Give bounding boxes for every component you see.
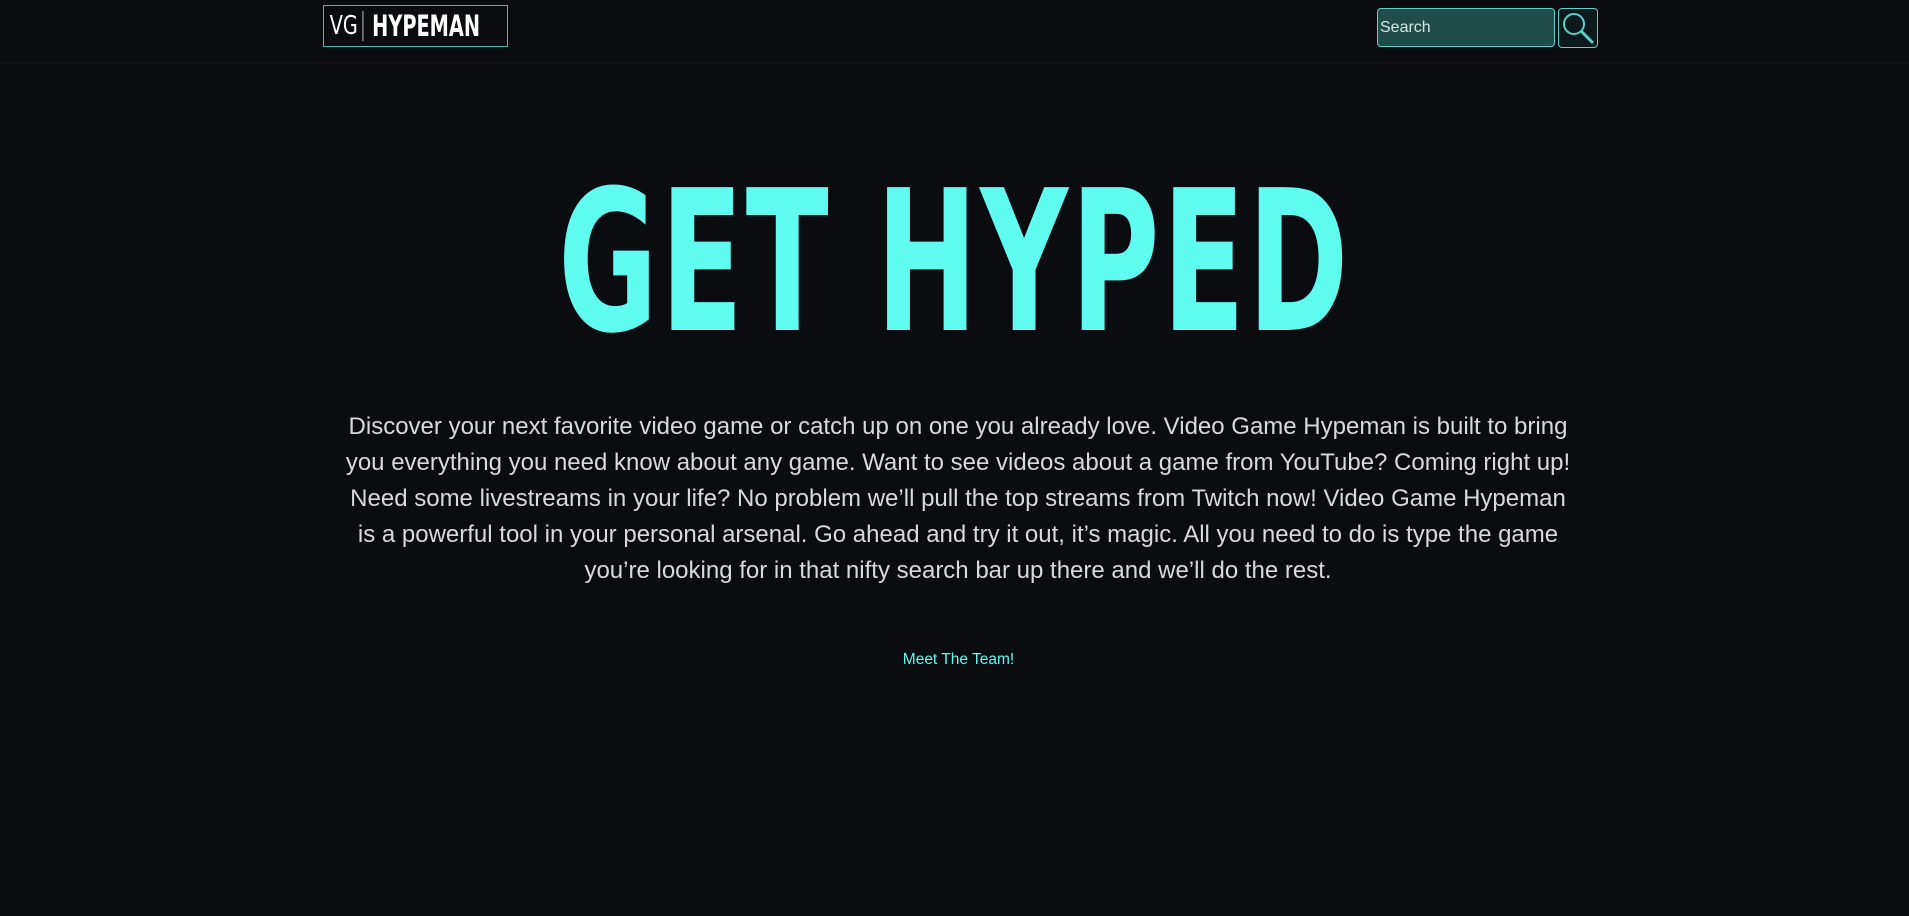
- hero-title: GET HYPED: [558, 149, 1351, 377]
- logo-vg-text: VG: [324, 11, 364, 41]
- search-input[interactable]: [1377, 8, 1555, 47]
- logo-hypeman-text: HYPEMAN: [372, 9, 481, 43]
- site-logo[interactable]: VG HYPEMAN: [323, 5, 508, 47]
- magnifier-icon: [1563, 13, 1594, 44]
- top-navbar: VG HYPEMAN: [0, 0, 1909, 63]
- meet-the-team-link[interactable]: Meet The Team!: [0, 649, 1909, 671]
- hero-description: Discover your next favorite video game o…: [345, 413, 1571, 584]
- search-button[interactable]: [1558, 8, 1598, 48]
